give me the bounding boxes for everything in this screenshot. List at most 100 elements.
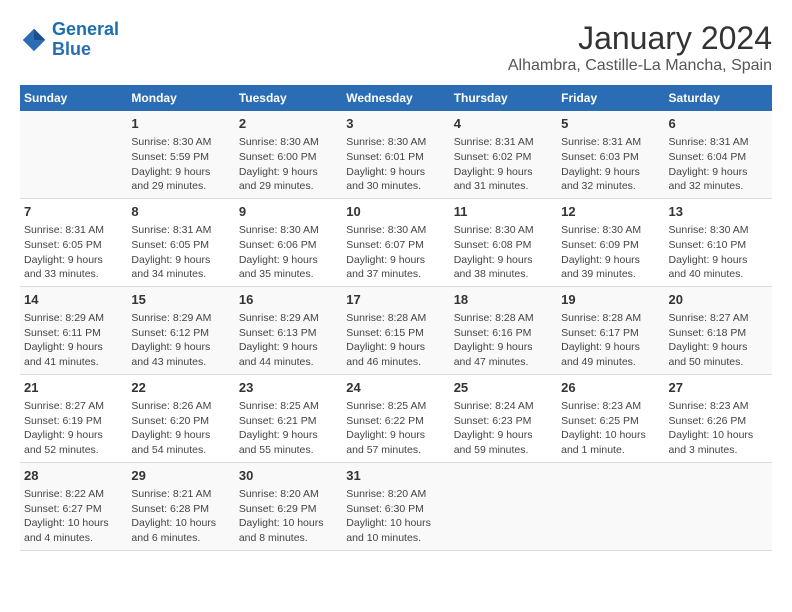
cell-info: Sunrise: 8:25 AM Sunset: 6:22 PM Dayligh…	[346, 399, 445, 458]
calendar-week-row: 7 Sunrise: 8:31 AM Sunset: 6:05 PM Daylig…	[20, 198, 772, 286]
calendar-cell: 14 Sunrise: 8:29 AM Sunset: 6:11 PM Dayli…	[20, 286, 127, 374]
cell-info: Sunrise: 8:31 AM Sunset: 6:05 PM Dayligh…	[24, 223, 123, 282]
day-number: 11	[454, 203, 553, 221]
cell-info: Sunrise: 8:22 AM Sunset: 6:27 PM Dayligh…	[24, 487, 123, 546]
calendar-cell: 2 Sunrise: 8:30 AM Sunset: 6:00 PM Daylig…	[235, 111, 342, 198]
day-number: 6	[669, 115, 768, 133]
title-block: January 2024 Alhambra, Castille-La Manch…	[508, 20, 772, 75]
day-number: 3	[346, 115, 445, 133]
cell-info: Sunrise: 8:30 AM Sunset: 6:01 PM Dayligh…	[346, 135, 445, 194]
cell-info: Sunrise: 8:30 AM Sunset: 6:07 PM Dayligh…	[346, 223, 445, 282]
day-number: 26	[561, 379, 660, 397]
cell-info: Sunrise: 8:28 AM Sunset: 6:17 PM Dayligh…	[561, 311, 660, 370]
day-number: 7	[24, 203, 123, 221]
day-number: 22	[131, 379, 230, 397]
cell-info: Sunrise: 8:23 AM Sunset: 6:26 PM Dayligh…	[669, 399, 768, 458]
calendar-cell: 29Sunrise: 8:21 AM Sunset: 6:28 PM Dayli…	[127, 462, 234, 550]
calendar-cell: 13Sunrise: 8:30 AM Sunset: 6:10 PM Dayli…	[665, 198, 772, 286]
calendar-subtitle: Alhambra, Castille-La Mancha, Spain	[508, 57, 772, 75]
logo-text: General Blue	[52, 20, 119, 60]
calendar-cell	[450, 462, 557, 550]
cell-info: Sunrise: 8:30 AM Sunset: 6:00 PM Dayligh…	[239, 135, 338, 194]
day-number: 13	[669, 203, 768, 221]
calendar-cell: 17Sunrise: 8:28 AM Sunset: 6:15 PM Dayli…	[342, 286, 449, 374]
calendar-title: January 2024	[508, 20, 772, 57]
calendar-cell: 25 Sunrise: 8:24 AM Sunset: 6:23 PM Dayli…	[450, 374, 557, 462]
calendar-cell	[20, 111, 127, 198]
day-number: 31	[346, 467, 445, 485]
calendar-cell: 18 Sunrise: 8:28 AM Sunset: 6:16 PM Dayli…	[450, 286, 557, 374]
calendar-cell: 24 Sunrise: 8:25 AM Sunset: 6:22 PM Dayli…	[342, 374, 449, 462]
calendar-cell: 19 Sunrise: 8:28 AM Sunset: 6:17 PM Dayli…	[557, 286, 664, 374]
calendar-cell: 31 Sunrise: 8:20 AM Sunset: 6:30 PM Dayli…	[342, 462, 449, 550]
calendar-week-row: 21Sunrise: 8:27 AM Sunset: 6:19 PM Dayli…	[20, 374, 772, 462]
calendar-cell: 30 Sunrise: 8:20 AM Sunset: 6:29 PM Dayli…	[235, 462, 342, 550]
day-number: 23	[239, 379, 338, 397]
cell-info: Sunrise: 8:28 AM Sunset: 6:15 PM Dayligh…	[346, 311, 445, 370]
cell-info: Sunrise: 8:30 AM Sunset: 6:08 PM Dayligh…	[454, 223, 553, 282]
calendar-cell: 10Sunrise: 8:30 AM Sunset: 6:07 PM Dayli…	[342, 198, 449, 286]
cell-info: Sunrise: 8:24 AM Sunset: 6:23 PM Dayligh…	[454, 399, 553, 458]
day-number: 25	[454, 379, 553, 397]
day-number: 2	[239, 115, 338, 133]
cell-info: Sunrise: 8:26 AM Sunset: 6:20 PM Dayligh…	[131, 399, 230, 458]
weekday-header-wednesday: Wednesday	[342, 85, 449, 111]
day-number: 14	[24, 291, 123, 309]
cell-info: Sunrise: 8:29 AM Sunset: 6:12 PM Dayligh…	[131, 311, 230, 370]
calendar-cell: 23 Sunrise: 8:25 AM Sunset: 6:21 PM Dayli…	[235, 374, 342, 462]
calendar-cell: 6 Sunrise: 8:31 AM Sunset: 6:04 PM Daylig…	[665, 111, 772, 198]
calendar-cell: 22 Sunrise: 8:26 AM Sunset: 6:20 PM Dayli…	[127, 374, 234, 462]
day-number: 9	[239, 203, 338, 221]
cell-info: Sunrise: 8:28 AM Sunset: 6:16 PM Dayligh…	[454, 311, 553, 370]
cell-info: Sunrise: 8:30 AM Sunset: 6:06 PM Dayligh…	[239, 223, 338, 282]
calendar-cell: 5 Sunrise: 8:31 AM Sunset: 6:03 PM Daylig…	[557, 111, 664, 198]
cell-info: Sunrise: 8:31 AM Sunset: 6:05 PM Dayligh…	[131, 223, 230, 282]
calendar-cell: 8 Sunrise: 8:31 AM Sunset: 6:05 PM Daylig…	[127, 198, 234, 286]
calendar-cell: 9 Sunrise: 8:30 AM Sunset: 6:06 PM Daylig…	[235, 198, 342, 286]
cell-info: Sunrise: 8:25 AM Sunset: 6:21 PM Dayligh…	[239, 399, 338, 458]
day-number: 19	[561, 291, 660, 309]
weekday-header-friday: Friday	[557, 85, 664, 111]
calendar-cell: 20Sunrise: 8:27 AM Sunset: 6:18 PM Dayli…	[665, 286, 772, 374]
calendar-cell: 7 Sunrise: 8:31 AM Sunset: 6:05 PM Daylig…	[20, 198, 127, 286]
day-number: 8	[131, 203, 230, 221]
page-header: General Blue January 2024 Alhambra, Cast…	[20, 20, 772, 75]
calendar-cell: 16 Sunrise: 8:29 AM Sunset: 6:13 PM Dayli…	[235, 286, 342, 374]
logo: General Blue	[20, 20, 119, 60]
weekday-header-saturday: Saturday	[665, 85, 772, 111]
day-number: 24	[346, 379, 445, 397]
calendar-cell: 1 Sunrise: 8:30 AM Sunset: 5:59 PM Daylig…	[127, 111, 234, 198]
day-number: 30	[239, 467, 338, 485]
calendar-cell: 27 Sunrise: 8:23 AM Sunset: 6:26 PM Dayli…	[665, 374, 772, 462]
calendar-cell	[557, 462, 664, 550]
calendar-cell: 12Sunrise: 8:30 AM Sunset: 6:09 PM Dayli…	[557, 198, 664, 286]
cell-info: Sunrise: 8:20 AM Sunset: 6:30 PM Dayligh…	[346, 487, 445, 546]
day-number: 1	[131, 115, 230, 133]
calendar-cell: 4 Sunrise: 8:31 AM Sunset: 6:02 PM Daylig…	[450, 111, 557, 198]
weekday-header-thursday: Thursday	[450, 85, 557, 111]
day-number: 4	[454, 115, 553, 133]
cell-info: Sunrise: 8:20 AM Sunset: 6:29 PM Dayligh…	[239, 487, 338, 546]
cell-info: Sunrise: 8:29 AM Sunset: 6:11 PM Dayligh…	[24, 311, 123, 370]
calendar-cell	[665, 462, 772, 550]
calendar-cell: 26Sunrise: 8:23 AM Sunset: 6:25 PM Dayli…	[557, 374, 664, 462]
calendar-week-row: 14 Sunrise: 8:29 AM Sunset: 6:11 PM Dayli…	[20, 286, 772, 374]
calendar-cell: 11 Sunrise: 8:30 AM Sunset: 6:08 PM Dayli…	[450, 198, 557, 286]
day-number: 5	[561, 115, 660, 133]
day-number: 27	[669, 379, 768, 397]
cell-info: Sunrise: 8:31 AM Sunset: 6:02 PM Dayligh…	[454, 135, 553, 194]
calendar-cell: 15 Sunrise: 8:29 AM Sunset: 6:12 PM Dayli…	[127, 286, 234, 374]
cell-info: Sunrise: 8:29 AM Sunset: 6:13 PM Dayligh…	[239, 311, 338, 370]
day-number: 12	[561, 203, 660, 221]
cell-info: Sunrise: 8:31 AM Sunset: 6:04 PM Dayligh…	[669, 135, 768, 194]
day-number: 15	[131, 291, 230, 309]
cell-info: Sunrise: 8:31 AM Sunset: 6:03 PM Dayligh…	[561, 135, 660, 194]
weekday-header-row: SundayMondayTuesdayWednesdayThursdayFrid…	[20, 85, 772, 111]
cell-info: Sunrise: 8:27 AM Sunset: 6:18 PM Dayligh…	[669, 311, 768, 370]
day-number: 16	[239, 291, 338, 309]
cell-info: Sunrise: 8:30 AM Sunset: 5:59 PM Dayligh…	[131, 135, 230, 194]
day-number: 21	[24, 379, 123, 397]
day-number: 18	[454, 291, 553, 309]
logo-icon	[20, 26, 48, 54]
cell-info: Sunrise: 8:21 AM Sunset: 6:28 PM Dayligh…	[131, 487, 230, 546]
